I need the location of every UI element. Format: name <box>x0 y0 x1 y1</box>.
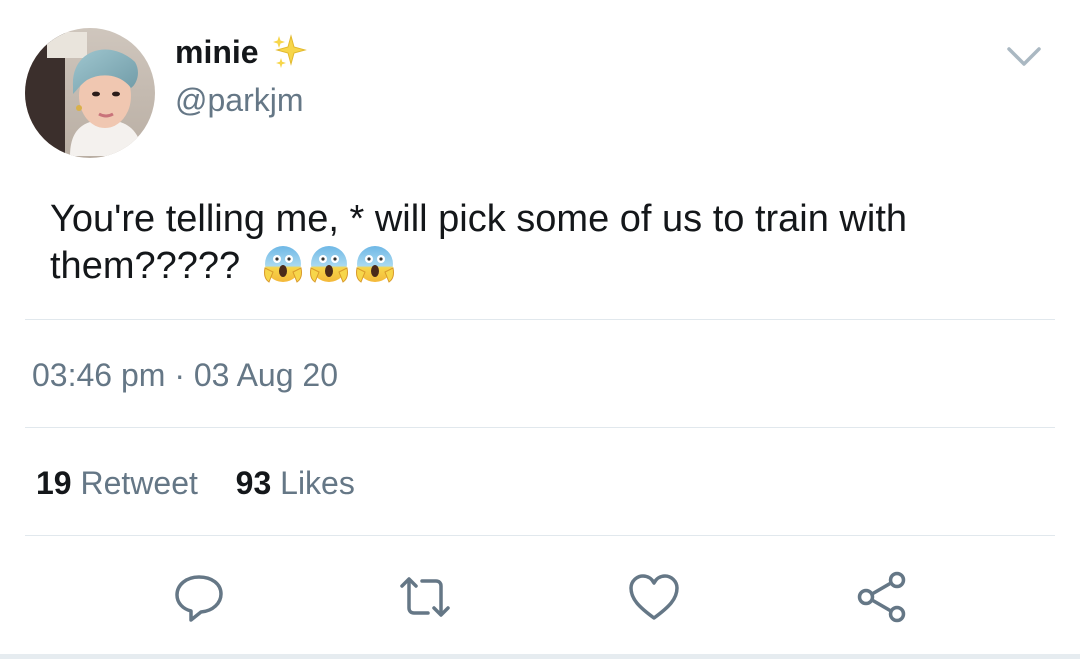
tweet-text: You're telling me, * will pick some of u… <box>50 196 1050 289</box>
retweet-count: 19 <box>36 465 72 501</box>
emoji-group <box>261 242 397 286</box>
sparkles-icon <box>272 34 307 68</box>
face-screaming-in-fear-emoji <box>263 246 302 283</box>
likes-label: Likes <box>280 465 355 501</box>
retweet-label: Retweet <box>80 465 198 501</box>
avatar-photo <box>25 28 155 158</box>
tweet-timestamp[interactable]: 03:46 pm · 03 Aug 20 <box>32 354 338 396</box>
tweet-date: 03 Aug 20 <box>193 357 338 393</box>
face-screaming-in-fear-emoji <box>355 246 394 283</box>
display-name[interactable]: minie <box>175 32 307 72</box>
display-name-text: minie <box>175 34 259 70</box>
like-icon[interactable] <box>627 570 681 624</box>
chevron-down-icon[interactable] <box>1006 44 1042 70</box>
divider <box>25 535 1055 536</box>
like-count: 93 <box>235 465 272 501</box>
reply-icon[interactable] <box>172 570 226 624</box>
retweet-stat[interactable]: 19 Retweet <box>36 465 207 501</box>
divider <box>25 427 1055 428</box>
retweet-icon[interactable] <box>398 570 452 624</box>
tweet-stats: 19 Retweet 93 Likes <box>36 462 355 504</box>
share-icon[interactable] <box>855 570 909 624</box>
tweet-time: 03:46 pm <box>32 357 166 393</box>
bottom-divider <box>0 654 1080 659</box>
user-handle[interactable]: @parkjm <box>175 80 304 120</box>
divider <box>25 319 1055 320</box>
tweet-text-content: You're telling me, * will pick some of u… <box>50 198 908 287</box>
face-screaming-in-fear-emoji <box>309 246 348 283</box>
meta-separator: · <box>174 357 185 393</box>
likes-stat[interactable]: 93 Likes <box>236 465 355 501</box>
avatar[interactable] <box>25 28 155 158</box>
